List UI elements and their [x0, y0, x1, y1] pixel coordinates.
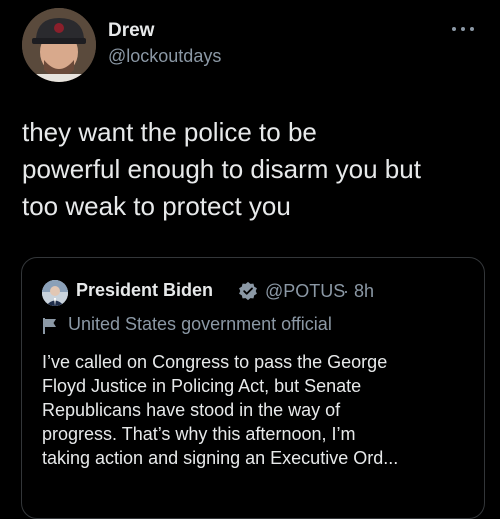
government-official-label[interactable]: United States government official: [68, 314, 332, 335]
quoted-text-line: Floyd Justice in Policing Act, but Senat…: [42, 376, 362, 396]
tweet[interactable]: Drew @lockoutdays they want the police t…: [0, 0, 500, 519]
tweet-text-line: powerful enough to disarm you but: [22, 154, 421, 184]
quoted-text-line: Republicans have stood in the way of: [42, 400, 341, 420]
tweet-text: they want the police to be powerful enou…: [22, 114, 488, 225]
quoted-text-line: I’ve called on Congress to pass the Geor…: [42, 352, 388, 372]
avatar-photo: [42, 280, 68, 306]
quoted-author-handle[interactable]: @POTUS: [265, 281, 345, 302]
dot-separator: ·: [343, 281, 349, 301]
quoted-timestamp[interactable]: 8h: [354, 281, 374, 302]
author-display-name[interactable]: Drew: [108, 20, 154, 42]
author-avatar[interactable]: [22, 8, 96, 82]
author-handle[interactable]: @lockoutdays: [108, 46, 221, 67]
quoted-tweet-text: I’ve called on Congress to pass the Geor…: [42, 350, 472, 470]
tweet-text-line: too weak to protect you: [22, 191, 291, 221]
quoted-author-avatar[interactable]: [42, 280, 68, 306]
quoted-tweet-card[interactable]: President Biden @POTUS · 8h United State…: [21, 257, 485, 519]
ellipsis-icon[interactable]: [450, 22, 476, 36]
tweet-text-line: they want the police to be: [22, 117, 317, 147]
avatar-photo: [22, 8, 96, 82]
quoted-text-line: taking action and signing an Executive O…: [42, 448, 399, 468]
quoted-author-display-name[interactable]: President Biden: [76, 280, 213, 301]
verified-badge-icon: [239, 281, 257, 301]
flag-icon: [43, 318, 56, 334]
quoted-text-line: progress. That’s why this afternoon, I’m: [42, 424, 356, 444]
